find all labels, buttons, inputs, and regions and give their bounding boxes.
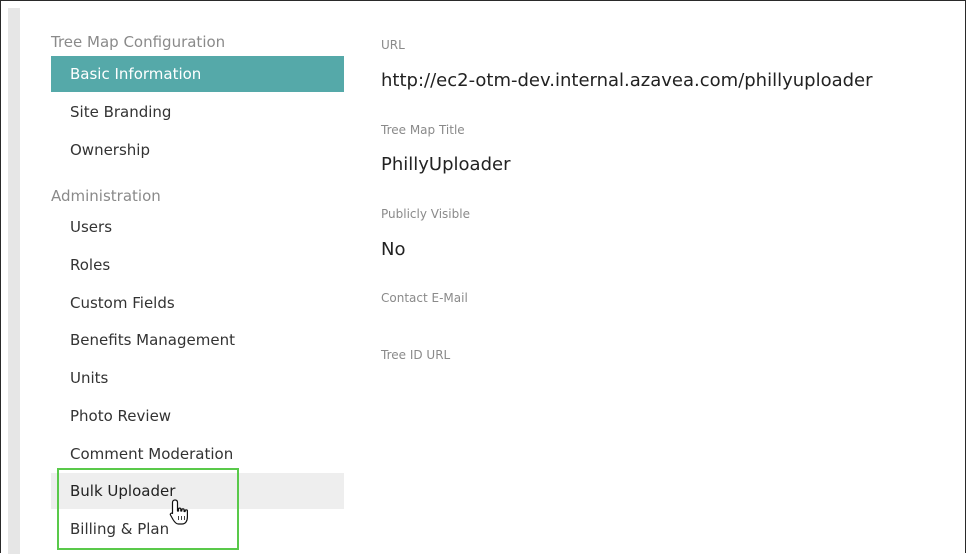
sidebar-item-photo-review[interactable]: Photo Review [51,398,344,434]
sidebar-item-label: Comment Moderation [70,445,234,463]
sidebar-item-label: Benefits Management [70,331,235,349]
hand-pointer-icon [169,499,188,525]
sidebar-item-benefits-management[interactable]: Benefits Management [51,322,344,358]
section-title-configuration: Tree Map Configuration [51,33,226,51]
sidebar-item-label: Ownership [70,141,150,159]
sidebar-item-units[interactable]: Units [51,360,344,396]
sidebar-item-label: Units [70,369,109,387]
sidebar-item-label: Site Branding [70,103,172,121]
sidebar-item-billing-plan[interactable]: Billing & Plan [51,511,344,547]
sidebar-item-basic-information[interactable]: Basic Information [51,56,344,92]
tree-id-url-label: Tree ID URL [381,348,451,362]
sidebar-item-label: Billing & Plan [70,520,170,538]
tree-map-title-value: PhillyUploader [381,154,511,175]
sidebar-item-site-branding[interactable]: Site Branding [51,94,344,130]
url-label: URL [381,38,405,52]
sidebar-item-custom-fields[interactable]: Custom Fields [51,285,344,321]
sidebar-item-ownership[interactable]: Ownership [51,132,344,168]
sidebar-item-label: Custom Fields [70,294,175,312]
sidebar-item-label: Users [70,218,113,236]
section-title-administration: Administration [51,187,161,205]
sidebar-item-bulk-uploader[interactable]: Bulk Uploader [51,473,344,509]
tree-map-title-label: Tree Map Title [381,123,465,137]
publicly-visible-value: No [381,239,406,260]
sidebar-item-label: Roles [70,256,111,274]
sidebar-item-label: Photo Review [70,407,172,425]
sidebar-item-users[interactable]: Users [51,209,344,245]
sidebar-item-roles[interactable]: Roles [51,247,344,283]
sidebar-item-label: Basic Information [70,65,202,83]
sidebar-item-label: Bulk Uploader [70,482,176,500]
sidebar-item-comment-moderation[interactable]: Comment Moderation [51,436,344,472]
publicly-visible-label: Publicly Visible [381,207,470,221]
contact-email-label: Contact E-Mail [381,291,468,305]
url-value: http://ec2-otm-dev.internal.azavea.com/p… [381,70,873,91]
left-gutter [8,8,20,554]
